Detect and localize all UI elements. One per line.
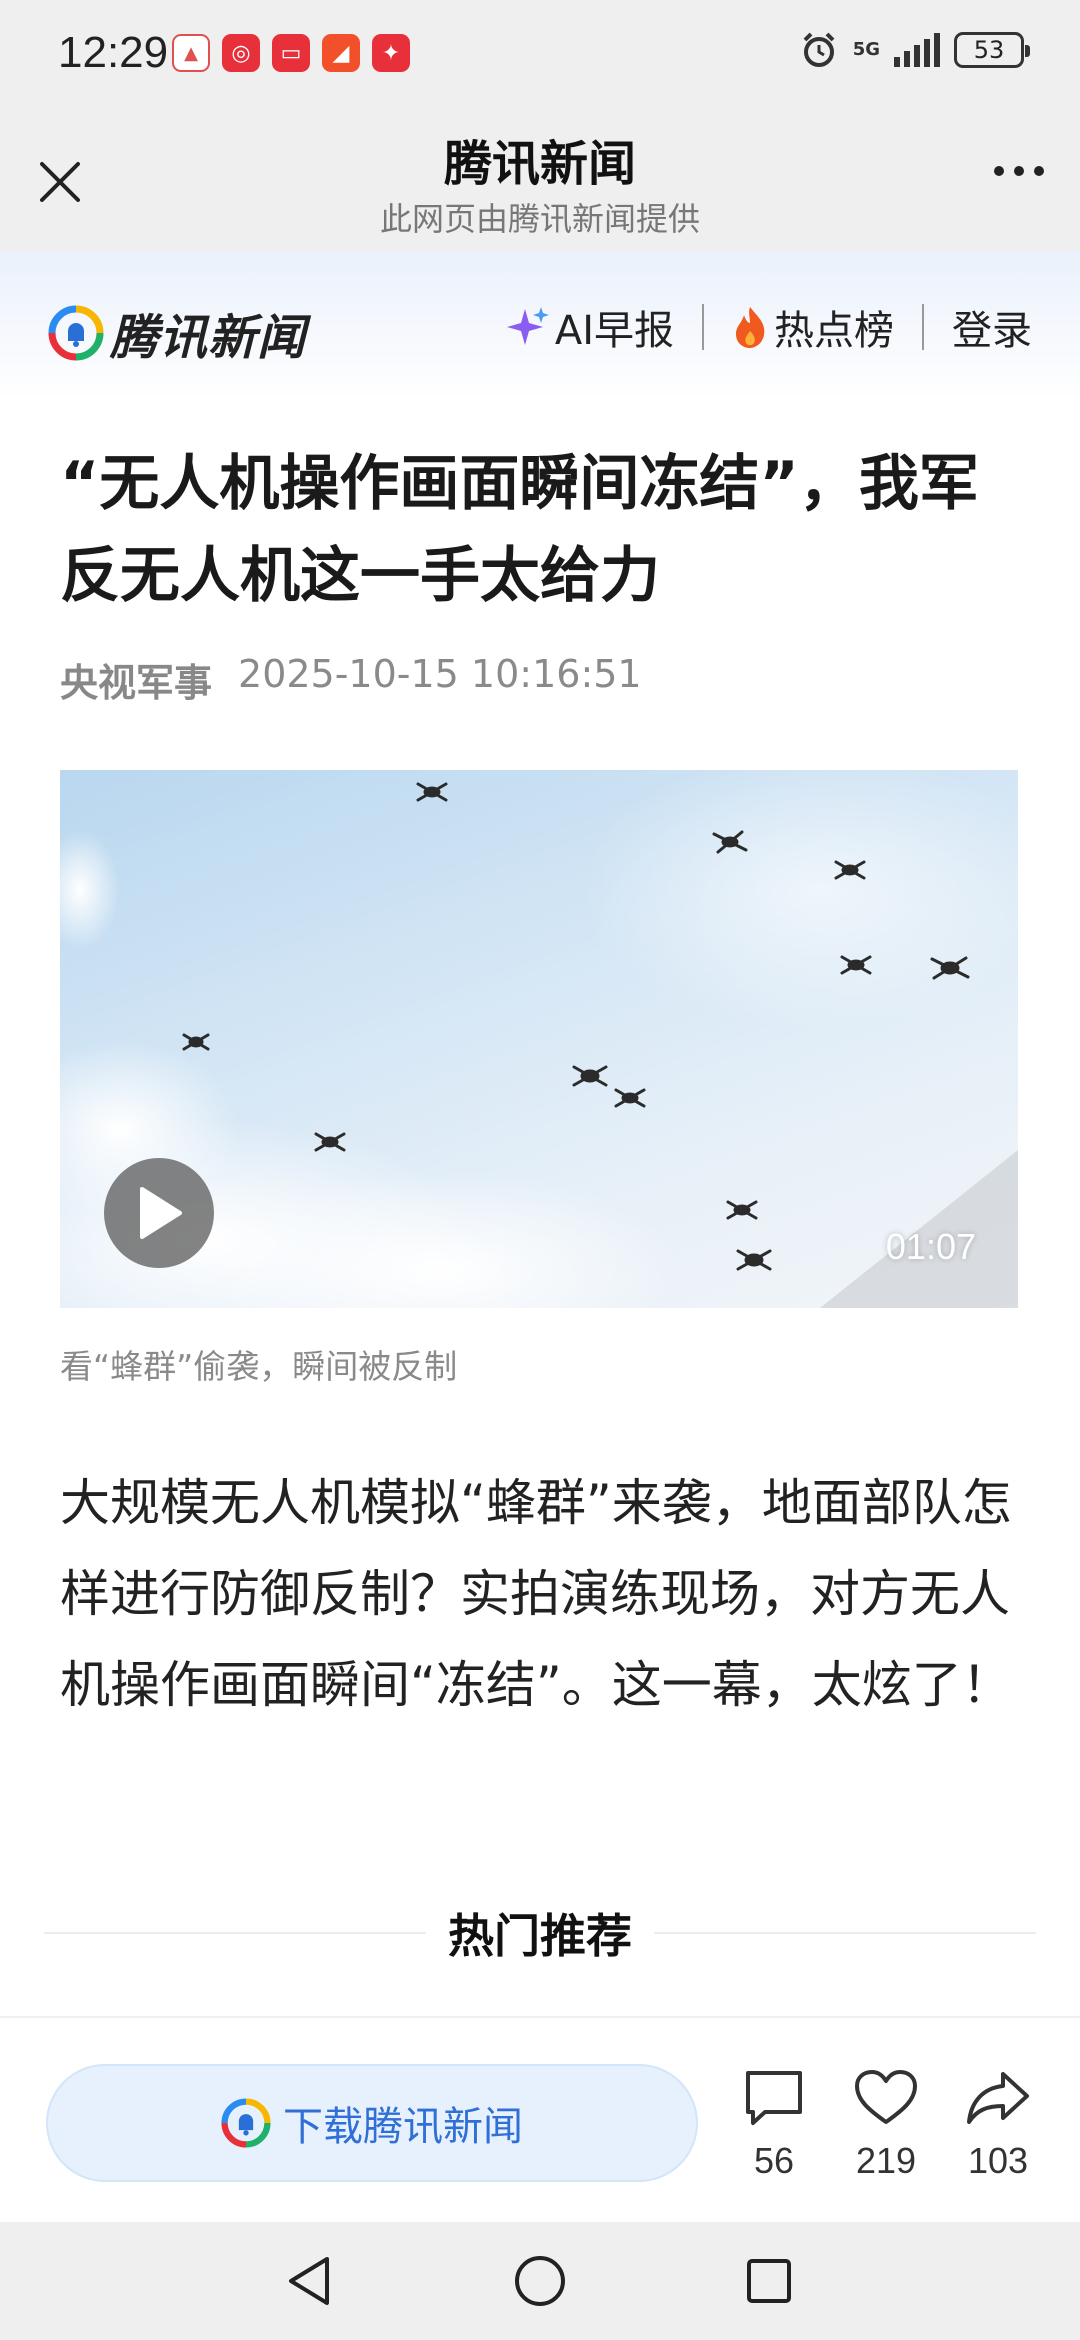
battery-icon: 53 — [954, 32, 1030, 68]
share-button[interactable]: 103 — [948, 2068, 1048, 2182]
nav-ai-brief[interactable]: AI早报 — [505, 298, 674, 356]
article-datetime: 2025-10-15 10:16:51 — [238, 652, 642, 696]
home-icon — [515, 2256, 565, 2306]
back-icon — [289, 2257, 329, 2305]
share-count: 103 — [967, 2140, 1029, 2181]
app-notification-icon: ▭ — [272, 34, 310, 72]
article-meta: 央视军事 2025-10-15 10:16:51 — [60, 652, 642, 707]
nav-login[interactable]: 登录 — [952, 298, 1032, 356]
article-headline: “无人机操作画面瞬间冻结”，我军反无人机这一手太给力 — [60, 449, 979, 611]
system-nav-bar — [0, 2222, 1080, 2340]
download-app-button[interactable]: 下载腾讯新闻 — [46, 2064, 698, 2182]
nav-ai-brief-label: AI早报 — [554, 308, 674, 354]
page-title: 腾讯新闻 — [443, 136, 636, 192]
download-app-label: 下载腾讯新闻 — [283, 2104, 523, 2150]
comment-button[interactable]: 56 — [724, 2068, 824, 2182]
nav-login-label: 登录 — [952, 308, 1032, 354]
site-logo[interactable]: 腾讯新闻 — [48, 298, 306, 368]
site-header: 腾讯新闻 AI早报 热点榜 登录 — [0, 252, 1080, 400]
site-nav: AI早报 热点榜 登录 — [505, 300, 1032, 354]
comment-icon — [746, 2071, 802, 2125]
title-bar: 腾讯新闻 此网页由腾讯新闻提供 — [0, 110, 1080, 252]
status-bar: 12:29 ▲ ◎ ▭ ◢ ✦ 5G 53 — [0, 0, 1080, 110]
signal-icon — [894, 33, 940, 67]
tencent-news-logo-icon — [48, 305, 104, 361]
play-button[interactable] — [104, 1158, 214, 1268]
network-type: 5G — [852, 39, 880, 60]
share-icon — [967, 2072, 1029, 2124]
alarm-icon — [803, 32, 835, 67]
nav-hot-list[interactable]: 热点榜 — [732, 298, 894, 356]
nav-divider — [922, 304, 924, 350]
recents-icon — [747, 2259, 791, 2303]
article-source[interactable]: 央视军事 — [60, 652, 212, 707]
like-count: 219 — [855, 2140, 917, 2181]
video-caption: 看“蜂群”偷袭，瞬间被反制 — [60, 1347, 458, 1386]
more-dot-icon — [1034, 166, 1044, 176]
more-dot-icon — [1014, 166, 1024, 176]
hot-recommend-title: 热门推荐 — [426, 1900, 654, 1966]
home-button[interactable] — [509, 2250, 571, 2312]
article-body: 大规模无人机模拟“蜂群”来袭，地面部队怎样进行防御反制？实拍演练现场，对方无人机… — [60, 1474, 1012, 1714]
flame-icon — [736, 307, 765, 348]
play-icon — [140, 1187, 182, 1239]
battery-level: 53 — [973, 36, 1005, 64]
system-icons: 5G 53 — [799, 30, 1030, 70]
tencent-news-logo-icon — [221, 2098, 271, 2148]
app-notification-icon: ✦ — [372, 34, 410, 72]
app-notification-icon: ◎ — [222, 34, 260, 72]
nav-hot-list-label: 热点榜 — [774, 308, 894, 354]
page-subtitle: 此网页由腾讯新闻提供 — [379, 200, 700, 238]
bottom-action-bar: 下载腾讯新闻 56 219 103 — [0, 2016, 1080, 2222]
recents-button[interactable] — [738, 2250, 800, 2312]
more-dot-icon — [994, 166, 1004, 176]
like-button[interactable]: 219 — [836, 2068, 936, 2182]
video-duration: 01:07 — [885, 1226, 976, 1267]
logo-text: 腾讯新闻 — [110, 310, 307, 366]
app-notification-icon: ◢ — [322, 34, 360, 72]
back-button[interactable] — [278, 2250, 340, 2312]
more-options-button[interactable] — [994, 166, 1044, 176]
status-time: 12:29 — [58, 28, 169, 77]
article-video[interactable]: 01:07 — [60, 770, 1018, 1308]
comment-count: 56 — [753, 2140, 795, 2181]
notification-icons: ▲ ◎ ▭ ◢ ✦ — [172, 34, 410, 72]
nav-divider — [702, 304, 704, 350]
hot-recommend-header: 热门推荐 — [44, 1900, 1036, 1966]
heart-icon — [855, 2070, 917, 2124]
sparkle-icon — [506, 307, 549, 345]
app-notification-icon: ▲ — [172, 34, 210, 72]
